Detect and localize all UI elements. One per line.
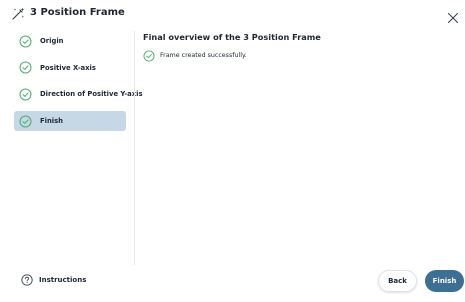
sidebar-divider — [134, 31, 135, 265]
content-title: Final overview of the 3 Position Frame — [143, 32, 321, 42]
step-label: Direction of Positive Y-axis — [40, 90, 143, 99]
help-icon — [21, 274, 33, 286]
step-label: Origin — [40, 37, 64, 45]
step-positive-x-axis[interactable]: Positive X-axis — [14, 58, 126, 78]
step-direction-positive-y-axis[interactable]: Direction of Positive Y-axis — [14, 84, 143, 104]
check-circle-icon — [19, 115, 32, 128]
wand-icon — [12, 7, 25, 20]
check-circle-icon — [19, 88, 32, 101]
dialog-title: 3 Position Frame — [30, 7, 125, 18]
check-circle-icon — [143, 50, 155, 62]
back-button[interactable]: Back — [378, 270, 417, 292]
instructions-label: Instructions — [39, 276, 87, 284]
step-origin[interactable]: Origin — [14, 31, 126, 51]
dialog-header: 3 Position Frame — [0, 0, 465, 26]
check-circle-icon — [19, 61, 32, 74]
finish-button[interactable]: Finish — [425, 270, 464, 292]
step-label: Finish — [40, 117, 64, 126]
status-message: Frame created successfully. — [160, 52, 247, 59]
step-finish[interactable]: Finish — [14, 111, 126, 132]
close-icon[interactable] — [447, 12, 459, 24]
steps-sidebar: Origin Positive X-axis Direction of Posi… — [14, 31, 143, 138]
check-circle-icon — [19, 35, 32, 47]
step-label: Positive X-axis — [40, 63, 96, 72]
